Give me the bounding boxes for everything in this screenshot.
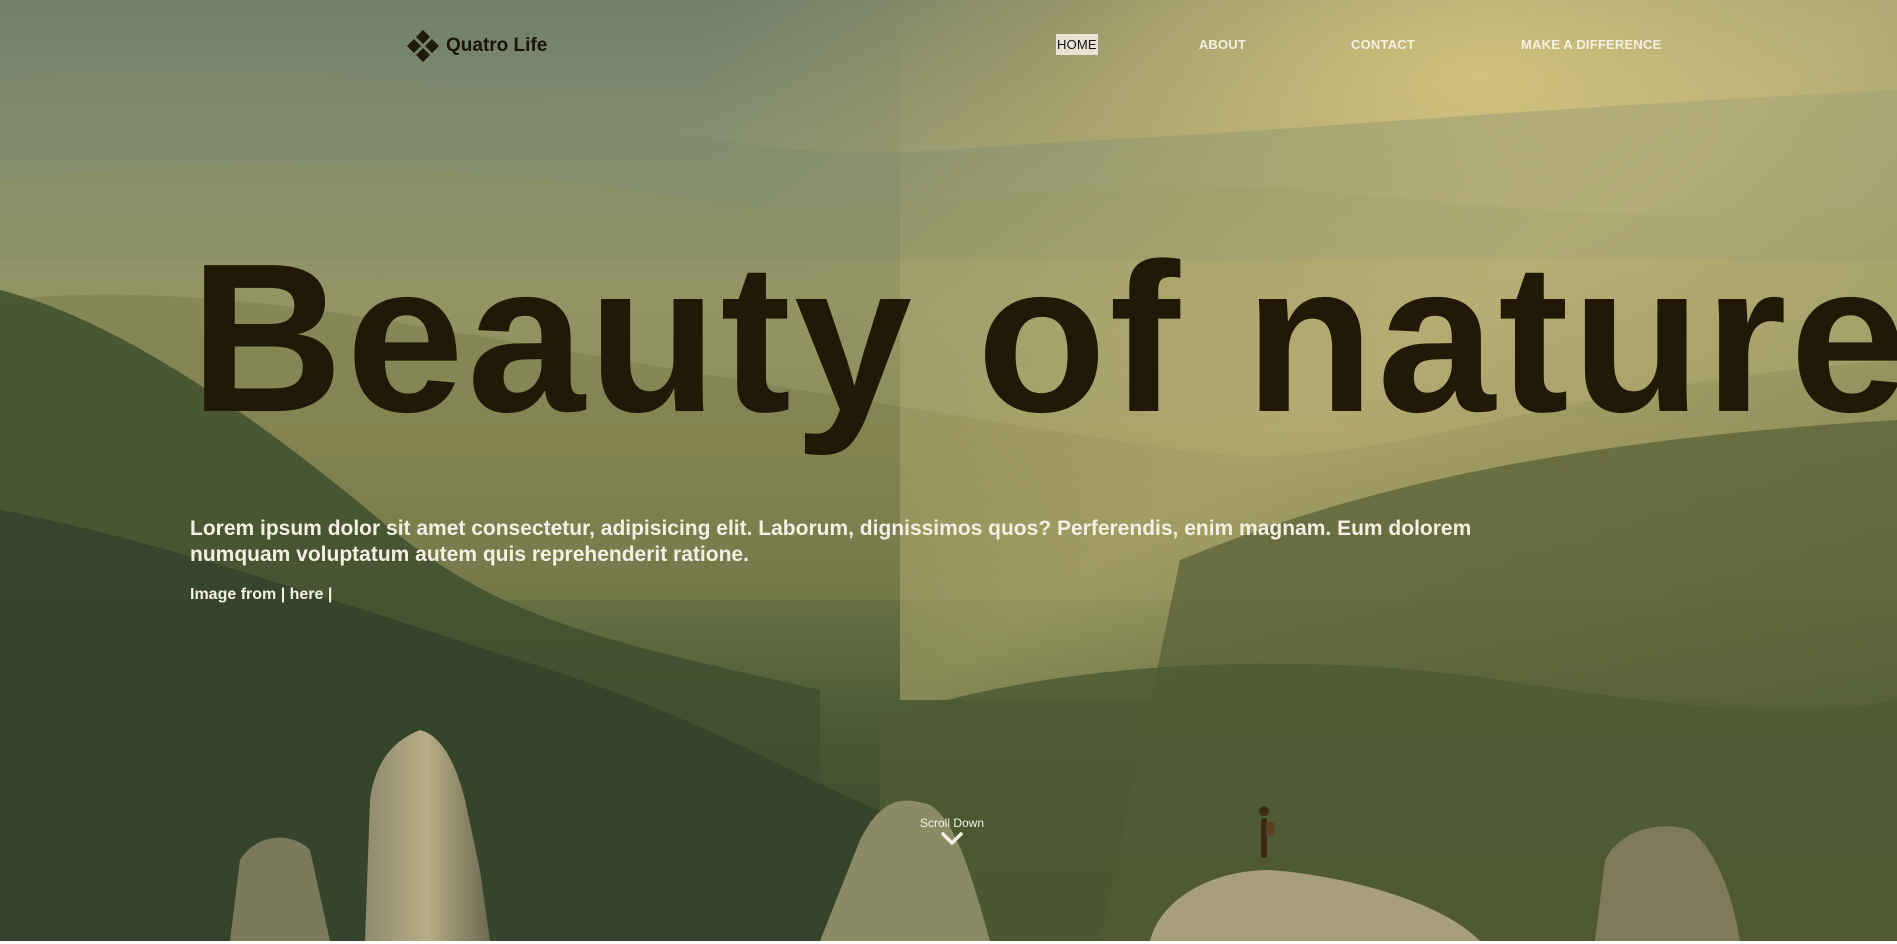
brand-name: Quatro Life bbox=[446, 35, 548, 56]
diamond-quad-icon bbox=[407, 30, 439, 62]
hero-section: Quatro Life HOME ABOUT CONTACT MAKE A DI… bbox=[0, 0, 1897, 941]
scroll-down-button[interactable]: Scroll Down bbox=[912, 816, 992, 846]
scroll-down-label: Scroll Down bbox=[919, 816, 985, 830]
hero-lead-text: Lorem ipsum dolor sit amet consectetur, … bbox=[190, 517, 1472, 566]
chevron-down-icon bbox=[941, 832, 963, 845]
nav-item-about[interactable]: ABOUT bbox=[1198, 34, 1247, 55]
image-credit-suffix: | bbox=[327, 586, 333, 603]
main-nav: HOME ABOUT CONTACT MAKE A DIFFERENCE bbox=[1056, 34, 1662, 55]
image-credit: Image from | here | bbox=[190, 586, 332, 604]
hero-title: Beauty of nature bbox=[190, 219, 1897, 456]
nav-item-contact[interactable]: CONTACT bbox=[1350, 34, 1416, 55]
image-credit-link[interactable]: here bbox=[290, 586, 324, 603]
nav-item-make-a-difference[interactable]: MAKE A DIFFERENCE bbox=[1520, 34, 1662, 55]
nav-item-home[interactable]: HOME bbox=[1056, 34, 1098, 55]
image-credit-prefix: Image from | bbox=[190, 586, 286, 603]
brand-logo-link[interactable]: Quatro Life bbox=[405, 29, 547, 63]
hero-background-image bbox=[0, 0, 1897, 941]
